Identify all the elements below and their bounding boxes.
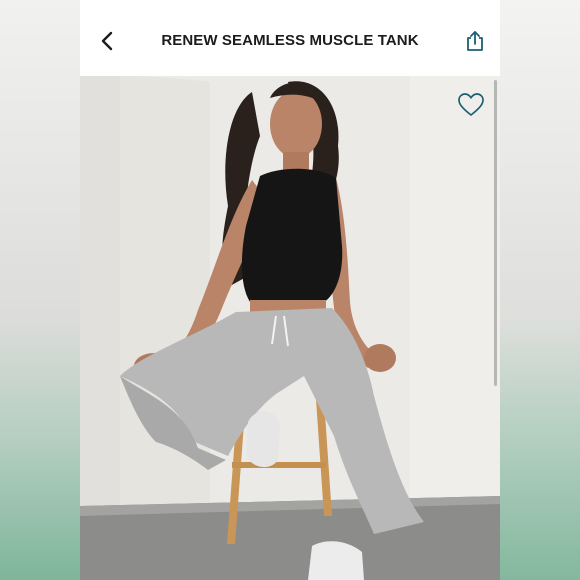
product-photo[interactable] xyxy=(80,76,500,580)
page-title: RENEW SEAMLESS MUSCLE TANK xyxy=(161,32,419,49)
chevron-left-icon xyxy=(100,31,114,56)
scrollbar[interactable] xyxy=(494,80,497,386)
product-photo-illustration xyxy=(80,76,500,580)
favorite-button[interactable] xyxy=(456,92,486,122)
back-button[interactable] xyxy=(92,28,122,58)
top-bar: RENEW SEAMLESS MUSCLE TANK xyxy=(80,0,500,76)
product-screen: RENEW SEAMLESS MUSCLE TANK xyxy=(80,0,500,580)
background-left xyxy=(0,0,80,580)
share-icon xyxy=(466,30,484,57)
share-button[interactable] xyxy=(460,28,490,58)
background-right xyxy=(500,0,580,580)
heart-outline-icon xyxy=(458,92,484,122)
